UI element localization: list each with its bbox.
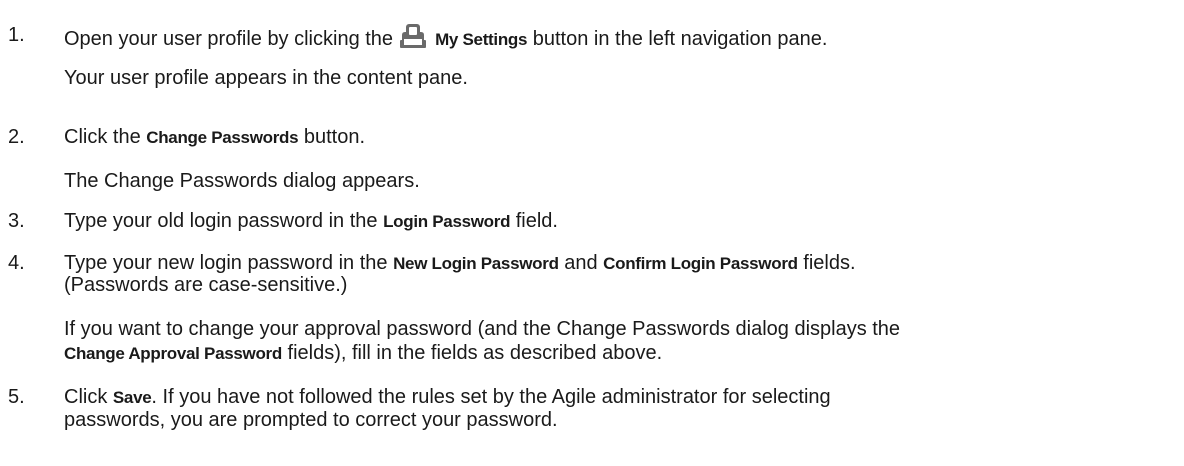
step-text: Click [64, 386, 113, 408]
step-text: Type your old login password in the [64, 210, 384, 232]
step-note-line2: Change Approval Password fields), fill i… [64, 341, 1182, 366]
step-instruction: Click the Change Passwords button. [64, 125, 1182, 150]
step-text: Click the [64, 126, 147, 148]
step-number: 1. [8, 24, 25, 46]
change-passwords-label: Change Passwords [146, 128, 299, 147]
step-number: 5. [8, 386, 25, 408]
step-result: The Change Passwords dialog appears. [64, 170, 420, 192]
step-text: button in the left navigation pane. [527, 28, 828, 50]
user-profile-icon [399, 23, 427, 49]
confirm-login-password-label: Confirm Login Password [603, 254, 798, 273]
step-number: 3. [8, 210, 25, 232]
step-text: Open your user profile by clicking the [64, 28, 394, 50]
step-result: Your user profile appears in the content… [64, 67, 468, 89]
my-settings-label: My Settings [435, 30, 528, 49]
step-text: and [558, 252, 604, 274]
step-note-line1: If you want to change your approval pass… [64, 318, 901, 340]
step-text: button. [298, 126, 365, 148]
step-instruction-line2: (Passwords are case-sensitive.) [64, 274, 348, 296]
step-text: field. [510, 210, 558, 232]
step-text: Type your new login password in the [64, 252, 394, 274]
change-approval-password-label: Change Approval Password [64, 344, 282, 363]
step-text: . If you have not followed the rules set… [151, 386, 831, 408]
step-text: fields. [797, 252, 856, 274]
step-instruction-line2: passwords, you are prompted to correct y… [64, 409, 558, 431]
step-instruction: Click Save. If you have not followed the… [64, 385, 1182, 410]
save-label: Save [112, 388, 152, 407]
step-number: 2. [8, 126, 25, 148]
step-instruction: Open your user profile by clicking the M… [64, 23, 1182, 52]
new-login-password-label: New Login Password [393, 254, 559, 273]
step-instruction: Type your old login password in the Logi… [64, 209, 1182, 234]
step-number: 4. [8, 252, 25, 274]
step-text: fields), fill in the fields as described… [281, 342, 663, 364]
login-password-label: Login Password [383, 212, 511, 231]
